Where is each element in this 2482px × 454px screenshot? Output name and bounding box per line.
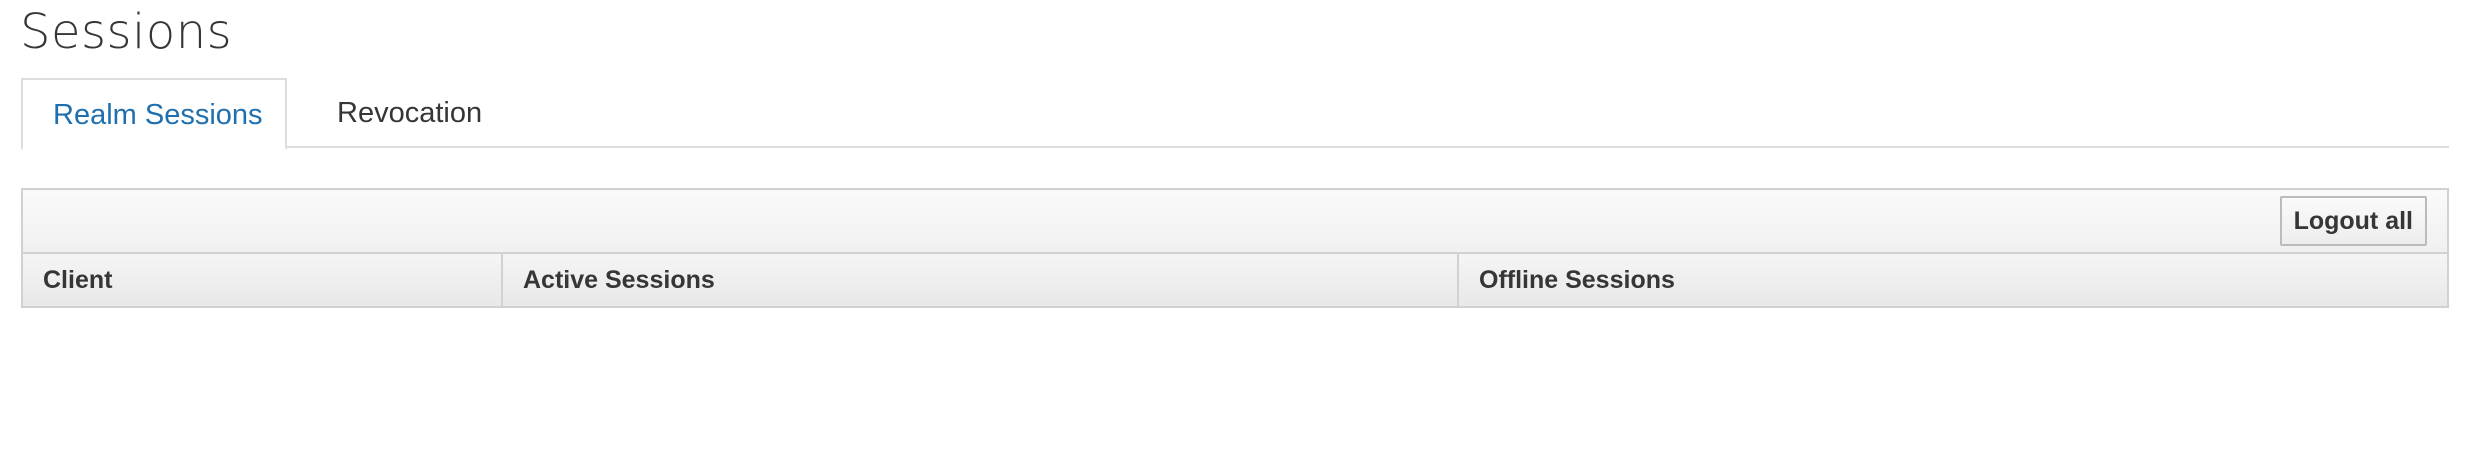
tab-label: Realm Sessions	[53, 99, 263, 131]
page-title: Sessions	[20, 4, 233, 60]
table-header-row: Client Active Sessions Offline Sessions	[23, 254, 2447, 306]
table-toolbar: Logout all	[23, 190, 2447, 254]
column-header-offline-sessions[interactable]: Offline Sessions	[1459, 254, 2447, 306]
tab-bar: Realm Sessions Revocation	[21, 78, 2449, 150]
tab-label: Revocation	[337, 97, 483, 129]
sessions-page: Sessions Realm Sessions Revocation Logou…	[0, 0, 2482, 454]
column-header-active-sessions[interactable]: Active Sessions	[503, 254, 1459, 306]
tab-realm-sessions[interactable]: Realm Sessions	[21, 78, 287, 150]
logout-all-button[interactable]: Logout all	[2279, 196, 2427, 246]
sessions-table: Logout all Client Active Sessions Offlin…	[21, 188, 2449, 308]
tab-revocation[interactable]: Revocation	[307, 78, 512, 148]
column-header-client[interactable]: Client	[23, 254, 503, 306]
